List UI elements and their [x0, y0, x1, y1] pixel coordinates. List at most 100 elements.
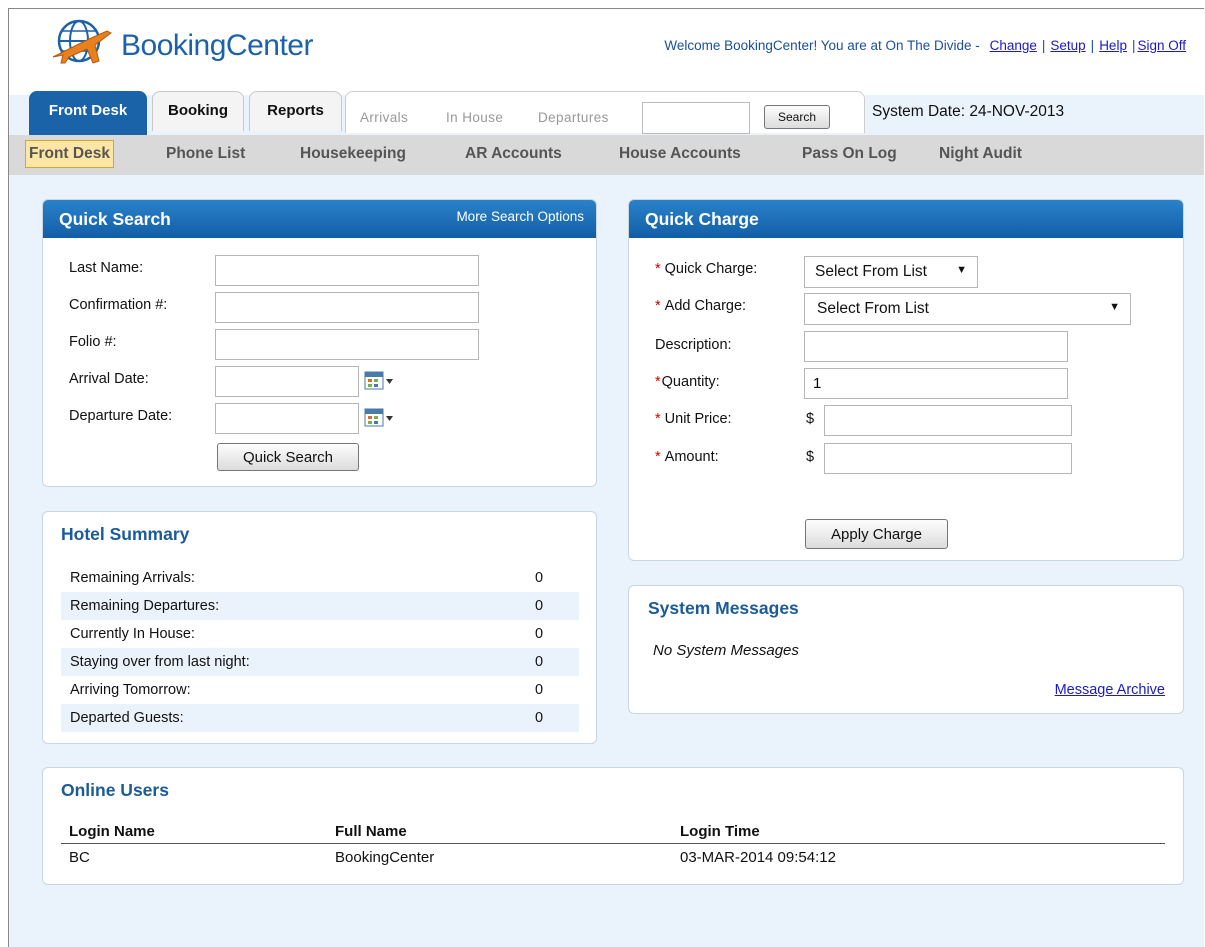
quick-search-panel: Quick Search More Search Options Last Na… — [42, 199, 597, 487]
column-header-full-name: Full Name — [335, 823, 407, 840]
departure-date-input[interactable] — [215, 403, 359, 434]
summary-value: 0 — [535, 654, 544, 670]
quick-charge-panel: Quick Charge * Quick Charge: Select From … — [628, 199, 1184, 561]
setup-link[interactable]: Setup — [1050, 38, 1085, 53]
required-mark: * — [655, 261, 661, 277]
folio-label: Folio #: — [69, 334, 117, 350]
add-charge-label: * Add Charge: — [655, 298, 746, 314]
app-frame: BookingCenter Welcome BookingCenter! You… — [8, 8, 1204, 947]
cell-login-time: 03-MAR-2014 09:54:12 — [680, 849, 836, 866]
departure-date-label: Departure Date: — [69, 408, 173, 424]
search-button[interactable]: Search — [764, 105, 830, 129]
summary-row: Staying over from last night: 0 — [61, 648, 579, 676]
summary-row: Arriving Tomorrow: 0 — [61, 676, 579, 704]
system-date: System Date: 24-NOV-2013 — [872, 103, 1065, 120]
unit-price-input[interactable] — [824, 405, 1072, 436]
required-mark: * — [655, 411, 661, 427]
label-text: Quantity: — [661, 374, 720, 390]
panel-title: Quick Search — [59, 209, 171, 229]
label-text: Unit Price: — [664, 411, 732, 427]
arrival-date-label: Arrival Date: — [69, 371, 149, 387]
tab-booking[interactable]: Booking — [152, 91, 244, 131]
system-messages-panel: System Messages No System Messages Messa… — [628, 585, 1184, 714]
summary-label: Arriving Tomorrow: — [70, 682, 191, 698]
confirmation-input[interactable] — [215, 292, 479, 323]
search-input[interactable] — [642, 102, 750, 134]
amount-input[interactable] — [824, 443, 1072, 474]
summary-row: Departed Guests: 0 — [61, 704, 579, 732]
message-archive-link[interactable]: Message Archive — [1055, 682, 1165, 698]
tab-label: Booking — [168, 102, 228, 119]
welcome-text: Welcome BookingCenter! You are at On The… — [664, 38, 980, 53]
subnav-house-accounts[interactable]: House Accounts — [619, 145, 741, 163]
select-value: Select From List — [817, 300, 929, 317]
summary-value: 0 — [535, 570, 544, 586]
globe-plane-logo-icon — [52, 19, 112, 64]
subnav-front-desk[interactable]: Front Desk — [25, 140, 114, 168]
quick-search-button[interactable]: Quick Search — [217, 443, 359, 471]
currency-symbol: $ — [806, 411, 815, 427]
summary-value: 0 — [535, 682, 544, 698]
label-text: Amount: — [664, 449, 719, 465]
chevron-down-icon: ▼ — [1109, 301, 1120, 313]
departures-link[interactable]: Departures — [538, 110, 609, 125]
in-house-link[interactable]: In House — [446, 110, 503, 125]
quantity-label: *Quantity: — [655, 374, 720, 390]
subnav-night-audit[interactable]: Night Audit — [939, 145, 1022, 163]
currency-symbol: $ — [806, 449, 815, 465]
quick-charge-select[interactable]: Select From List ▼ — [804, 256, 978, 288]
brand-name: BookingCenter — [121, 29, 313, 62]
summary-row: Remaining Arrivals: 0 — [61, 564, 579, 592]
tab-label: Reports — [267, 102, 324, 119]
select-value: Select From List — [815, 263, 927, 280]
description-input[interactable] — [804, 331, 1068, 362]
calendar-icon[interactable] — [364, 370, 396, 392]
hotel-summary-panel: Hotel Summary Remaining Arrivals: 0 Remai… — [42, 511, 597, 744]
system-messages-title: System Messages — [648, 598, 799, 618]
quick-charge-header: Quick Charge — [629, 200, 1183, 238]
required-mark: * — [655, 449, 661, 465]
sign-off-link[interactable]: Sign Off — [1137, 38, 1186, 53]
tab-front-desk[interactable]: Front Desk — [29, 91, 147, 135]
calendar-icon[interactable] — [364, 407, 396, 429]
panel-title: Quick Charge — [645, 209, 759, 229]
quick-find-bar: Arrivals In House Departures Search — [345, 91, 865, 134]
subnav-phone-list[interactable]: Phone List — [166, 145, 245, 163]
header: BookingCenter Welcome BookingCenter! You… — [9, 9, 1204, 95]
arrivals-link[interactable]: Arrivals — [360, 110, 408, 125]
add-charge-select[interactable]: Select From List ▼ — [804, 293, 1131, 325]
summary-label: Currently In House: — [70, 626, 195, 642]
logo: BookingCenter — [49, 17, 349, 67]
summary-row: Currently In House: 0 — [61, 620, 579, 648]
summary-value: 0 — [535, 598, 544, 614]
help-link[interactable]: Help — [1099, 38, 1127, 53]
summary-label: Departed Guests: — [70, 710, 184, 726]
subnav-housekeeping[interactable]: Housekeeping — [300, 145, 406, 163]
table-divider — [61, 843, 1165, 844]
tab-reports[interactable]: Reports — [249, 91, 342, 131]
label-text: Quick Charge: — [664, 261, 758, 277]
cell-login-name: BC — [69, 849, 90, 866]
description-label: Description: — [655, 337, 732, 353]
chevron-down-icon: ▼ — [956, 264, 967, 276]
column-header-login-time: Login Time — [680, 823, 760, 840]
required-mark: * — [655, 298, 661, 314]
subnav-ar-accounts[interactable]: AR Accounts — [465, 145, 562, 163]
arrival-date-input[interactable] — [215, 366, 359, 397]
hotel-summary-title: Hotel Summary — [61, 524, 190, 544]
quick-search-header: Quick Search More Search Options — [43, 200, 596, 238]
last-name-input[interactable] — [215, 255, 479, 286]
apply-charge-button[interactable]: Apply Charge — [805, 519, 948, 549]
quantity-input[interactable] — [804, 368, 1068, 399]
online-users-panel: Online Users Login Name Full Name Login … — [42, 767, 1184, 885]
last-name-label: Last Name: — [69, 260, 144, 276]
unit-price-label: * Unit Price: — [655, 411, 732, 427]
confirmation-label: Confirmation #: — [69, 297, 168, 313]
change-link[interactable]: Change — [990, 38, 1037, 53]
summary-row: Remaining Departures: 0 — [61, 592, 579, 620]
online-users-title: Online Users — [61, 780, 169, 800]
subnav-pass-on-log[interactable]: Pass On Log — [802, 145, 897, 163]
amount-label: * Amount: — [655, 449, 719, 465]
more-search-options-link[interactable]: More Search Options — [456, 209, 584, 224]
folio-input[interactable] — [215, 329, 479, 360]
